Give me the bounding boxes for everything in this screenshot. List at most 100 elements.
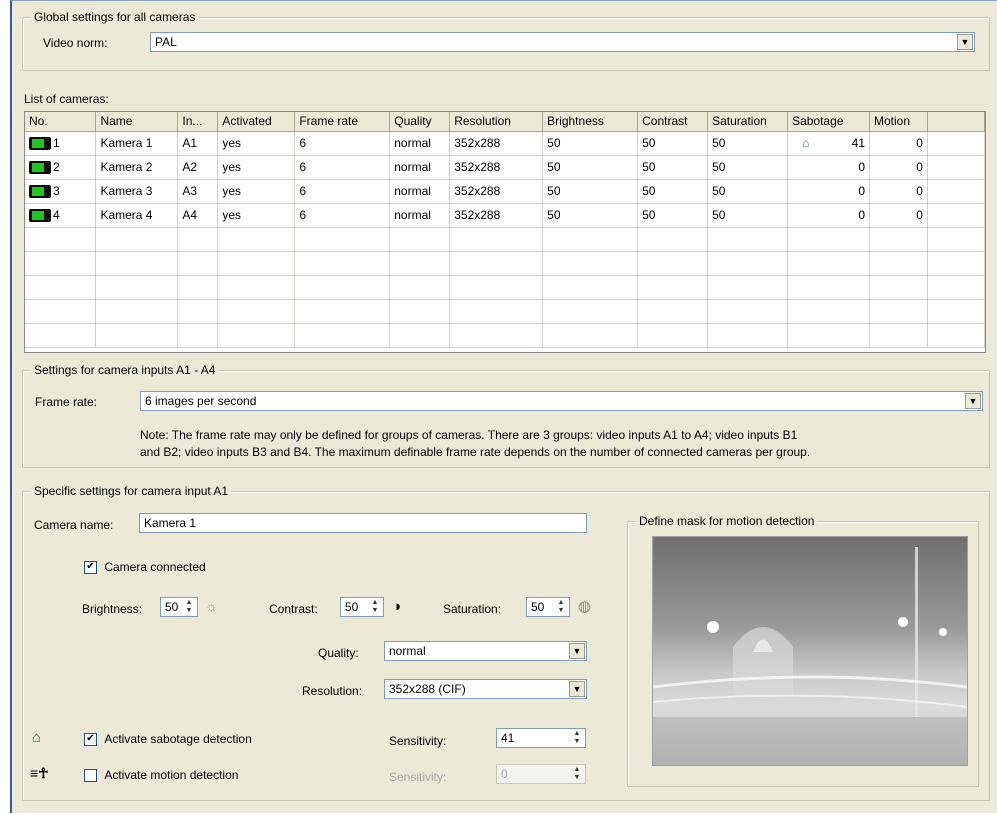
column-header[interactable]: Activated	[217, 112, 296, 132]
table-row[interactable]	[25, 299, 985, 324]
unchecked-box-icon[interactable]	[84, 769, 97, 783]
chevron-down-icon[interactable]: ▼	[569, 643, 585, 659]
column-header[interactable]: Frame rate	[294, 112, 391, 132]
empty-cell	[389, 299, 451, 324]
cell-resolution: 352x288	[449, 155, 544, 180]
empty-cell	[217, 227, 296, 252]
cell-sabotage: ⌂ 41	[787, 131, 871, 156]
empty-cell	[217, 275, 296, 300]
saturation-label: Saturation:	[443, 602, 502, 616]
contrast-label: Contrast:	[269, 602, 318, 616]
camera-name-input[interactable]: Kamera 1	[139, 513, 587, 533]
motion-icon: ≡☥	[30, 765, 49, 781]
saturation-spinner[interactable]: 50 ▲ ▼	[526, 597, 570, 617]
table-row[interactable]: 1 Kamera 1 A1 yes 6 normal 352x288 50 50 50 ⌂ 41 0	[25, 131, 985, 156]
column-header[interactable]: In...	[177, 112, 219, 132]
empty-cell	[95, 227, 179, 252]
specific-settings-title: Specific settings for camera input A1	[31, 484, 232, 498]
column-header[interactable]: Resolution	[449, 112, 544, 132]
empty-cell	[787, 299, 871, 324]
column-header[interactable]: Brightness	[542, 112, 639, 132]
motion-label: Activate motion detection	[104, 768, 239, 782]
brightness-spinner[interactable]: 50 ▲ ▼	[160, 597, 198, 617]
empty-cell	[95, 251, 179, 276]
empty-cell	[177, 299, 219, 324]
cell-no: 1	[25, 131, 97, 156]
spinner-arrows-icon[interactable]: ▲ ▼	[570, 766, 584, 782]
check-icon[interactable]: ✔	[84, 561, 97, 575]
empty-cell	[927, 203, 985, 228]
cell-frame-rate: 6	[294, 131, 391, 156]
cell-input: A3	[177, 179, 219, 204]
cell-activated: yes	[217, 131, 296, 156]
empty-cell	[294, 323, 391, 348]
column-header[interactable]: Contrast	[637, 112, 709, 132]
cell-brightness: 50	[542, 131, 639, 156]
motion-mask-image[interactable]	[652, 536, 968, 766]
cell-resolution: 352x288	[449, 179, 544, 204]
empty-cell	[787, 251, 871, 276]
frame-rate-note-line1: Note: The frame rate may only be defined…	[140, 428, 798, 442]
empty-cell	[637, 299, 709, 324]
cell-motion: 0	[869, 131, 928, 156]
quality-value: normal	[389, 644, 426, 658]
video-norm-select[interactable]: PAL ▼	[150, 32, 975, 52]
table-row[interactable]: 2 Kamera 2 A2 yes 6 normal 352x288 50 50 50 0 0	[25, 155, 985, 180]
resolution-label: Resolution:	[302, 684, 363, 698]
table-row[interactable]	[25, 275, 985, 300]
contrast-icon: ◑	[392, 598, 402, 615]
empty-cell	[25, 299, 97, 324]
sabotage-value: 0	[858, 184, 866, 198]
cell-quality: normal	[389, 203, 451, 228]
empty-cell	[707, 323, 789, 348]
column-header[interactable]: Name	[95, 112, 179, 132]
empty-cell	[389, 227, 451, 252]
table-row[interactable]	[25, 323, 985, 348]
spinner-arrows-icon[interactable]: ▲ ▼	[368, 599, 382, 615]
camera-name-label: Camera name:	[34, 518, 114, 532]
quality-label: Quality:	[318, 646, 359, 660]
column-header[interactable]: Motion	[869, 112, 928, 132]
table-row[interactable]: 4 Kamera 4 A4 yes 6 normal 352x288 50 50 50 0 0	[25, 203, 985, 228]
check-icon[interactable]: ✔	[84, 733, 97, 747]
frame-rate-value: 6 images per second	[145, 394, 257, 408]
camera-icon	[29, 209, 51, 223]
contrast-spinner[interactable]: 50 ▲ ▼	[340, 597, 384, 617]
sabotage-sensitivity-label: Sensitivity:	[389, 734, 447, 748]
motion-checkbox[interactable]: Activate motion detection	[84, 768, 239, 783]
camera-connected-checkbox[interactable]: ✔ Camera connected	[84, 560, 206, 575]
quality-select[interactable]: normal ▼	[384, 641, 587, 661]
video-norm-label: Video norm:	[43, 36, 108, 50]
input-settings-title: Settings for camera inputs A1 - A4	[31, 363, 219, 377]
table-row[interactable]: 3 Kamera 3 A3 yes 6 normal 352x288 50 50 50 0 0	[25, 179, 985, 204]
table-row[interactable]	[25, 227, 985, 252]
chevron-down-icon[interactable]: ▼	[957, 34, 973, 50]
empty-cell	[707, 227, 789, 252]
spinner-arrows-icon[interactable]: ▲ ▼	[554, 599, 568, 615]
frame-rate-label: Frame rate:	[35, 395, 98, 409]
camera-table[interactable]: No. Name In... Activated Frame rate Quality Re…	[24, 111, 986, 353]
motion-sensitivity-label: Sensitivity:	[389, 770, 447, 784]
camera-name-value: Kamera 1	[144, 516, 197, 530]
frame-rate-select[interactable]: 6 images per second ▼	[140, 391, 983, 411]
column-header[interactable]: Quality	[389, 112, 451, 132]
empty-cell	[869, 251, 928, 276]
cell-brightness: 50	[542, 179, 639, 204]
sabotage-checkbox[interactable]: ✔ Activate sabotage detection	[84, 732, 252, 747]
empty-cell	[294, 227, 391, 252]
input-settings-group: Settings for camera inputs A1 - A4 Frame…	[22, 363, 990, 468]
chevron-down-icon[interactable]: ▼	[965, 393, 981, 409]
camera-icon	[29, 185, 51, 199]
column-header[interactable]: No.	[25, 112, 97, 132]
chevron-down-icon[interactable]: ▼	[569, 681, 585, 697]
motion-sensitivity-spinner[interactable]: 0 ▲ ▼	[496, 764, 586, 784]
sabotage-sensitivity-spinner[interactable]: 41 ▲ ▼	[496, 728, 586, 748]
cell-name: Kamera 4	[95, 203, 179, 228]
cell-quality: normal	[389, 155, 451, 180]
column-header[interactable]: Sabotage	[787, 112, 871, 132]
column-header[interactable]: Saturation	[707, 112, 789, 132]
spinner-arrows-icon[interactable]: ▲ ▼	[182, 599, 196, 615]
table-row[interactable]	[25, 251, 985, 276]
resolution-select[interactable]: 352x288 (CIF) ▼	[384, 679, 587, 699]
spinner-arrows-icon[interactable]: ▲ ▼	[570, 730, 584, 746]
